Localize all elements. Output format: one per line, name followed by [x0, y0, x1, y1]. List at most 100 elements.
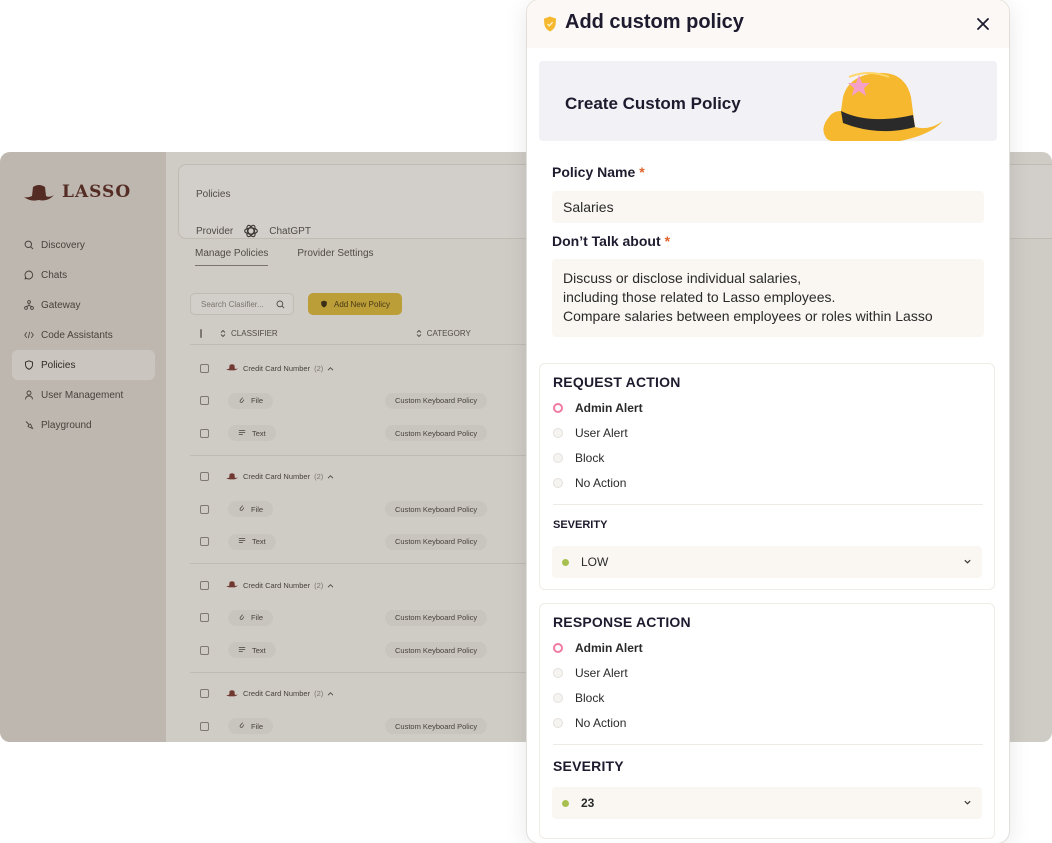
- category-label: Custom Keyboard Policy: [395, 721, 478, 731]
- radio-label: No Action: [575, 476, 627, 490]
- request-option-admin-alert[interactable]: Admin Alert: [553, 401, 643, 415]
- stage: LASSO Discovery Chats Gateway Code Assis…: [0, 0, 1052, 843]
- table-row[interactable]: Credit Card Number (2): [190, 569, 530, 602]
- row-checkbox[interactable]: [200, 580, 209, 590]
- response-severity-select[interactable]: 23: [552, 787, 982, 819]
- sidebar-item-code-assistants[interactable]: Code Assistants: [12, 320, 155, 350]
- category-pill: Custom Keyboard Policy: [385, 392, 488, 409]
- select-all-checkbox[interactable]: [200, 329, 202, 338]
- sidebar-item-policies[interactable]: Policies: [12, 350, 155, 380]
- table-row[interactable]: Credit Card Number (2): [190, 678, 530, 711]
- classifier-count: (2): [314, 363, 324, 373]
- tab-provider-settings[interactable]: Provider Settings: [297, 248, 373, 266]
- request-option-no-action[interactable]: No Action: [553, 476, 626, 490]
- chevron-up-icon[interactable]: [327, 689, 334, 698]
- sidebar-item-label: Chats: [41, 269, 68, 281]
- table-row[interactable]: Text Custom Keyboard Policy: [190, 417, 530, 450]
- sidebar-item-gateway[interactable]: Gateway: [12, 290, 155, 320]
- dont-talk-about-label: Don’t Talk about *: [552, 233, 670, 249]
- panel-title: Add custom policy: [565, 11, 744, 33]
- chevron-up-icon[interactable]: [327, 581, 334, 590]
- severity-dot: [562, 799, 569, 807]
- sort-icon: [220, 329, 226, 338]
- response-option-block[interactable]: Block: [553, 691, 604, 705]
- table-row[interactable]: File Custom Keyboard Policy: [190, 493, 530, 526]
- radio-icon: [553, 428, 563, 438]
- response-option-no-action[interactable]: No Action: [553, 716, 626, 730]
- sidebar-item-chats[interactable]: Chats: [12, 260, 155, 290]
- source-label: File: [251, 396, 264, 406]
- classifier-name: Credit Card Number: [243, 363, 311, 373]
- cowboy-hat-icon: [225, 689, 239, 699]
- textarea-line: including those related to Lasso employe…: [563, 289, 836, 305]
- row-checkbox[interactable]: [200, 721, 209, 731]
- text-lines-icon: [238, 537, 246, 546]
- row-checkbox[interactable]: [200, 396, 209, 406]
- tab-manage-policies[interactable]: Manage Policies: [195, 248, 269, 266]
- sidebar-item-discovery[interactable]: Discovery: [12, 230, 155, 260]
- severity-dot: [562, 558, 569, 566]
- sidebar-item-playground[interactable]: Playground: [12, 410, 155, 440]
- request-severity-select[interactable]: LOW: [552, 546, 982, 578]
- policy-group: Credit Card Number (2) File Custom Keyboard…: [190, 569, 530, 673]
- table-row[interactable]: File Custom Keyboard Policy: [190, 710, 530, 742]
- radio-label: User Alert: [575, 426, 628, 440]
- source-pill: Text: [228, 425, 276, 442]
- table-row[interactable]: Credit Card Number (2): [190, 352, 530, 385]
- sidebar-item-label: User Management: [41, 389, 124, 401]
- policy-name-label-text: Policy Name: [552, 164, 636, 180]
- category-label: Custom Keyboard Policy: [395, 428, 478, 438]
- row-checkbox[interactable]: [200, 504, 209, 514]
- sidebar-item-label: Discovery: [41, 239, 85, 251]
- dont-talk-about-textarea[interactable]: Discuss or disclose individual salaries,…: [552, 259, 984, 337]
- add-custom-policy-panel: Add custom policy Create Custom Policy P…: [527, 0, 1009, 843]
- row-checkbox[interactable]: [200, 428, 209, 438]
- classifier-name: Credit Card Number: [243, 472, 311, 482]
- radio-label: User Alert: [575, 666, 628, 680]
- table-row[interactable]: File Custom Keyboard Policy: [190, 602, 530, 635]
- search-input[interactable]: Search Clasifier...: [190, 293, 294, 315]
- request-option-user-alert[interactable]: User Alert: [553, 426, 628, 440]
- policy-table-body: Credit Card Number (2) File Custom Keyboard…: [190, 352, 530, 742]
- chevron-down-icon: [964, 800, 971, 805]
- source-label: File: [251, 504, 264, 514]
- response-option-admin-alert[interactable]: Admin Alert: [553, 641, 643, 655]
- category-label: Custom Keyboard Policy: [395, 645, 478, 655]
- close-icon: [977, 18, 989, 30]
- column-header-category[interactable]: CATEGORY: [416, 329, 471, 338]
- category-label: Custom Keyboard Policy: [395, 396, 478, 406]
- playground-icon: [24, 420, 34, 430]
- radio-checked-icon: [553, 643, 563, 653]
- close-button[interactable]: [973, 14, 993, 34]
- add-new-policy-button[interactable]: Add New Policy: [308, 293, 403, 315]
- breadcrumb: Policies: [196, 189, 231, 200]
- required-mark: *: [639, 164, 645, 180]
- dont-talk-about-label-text: Don’t Talk about: [552, 233, 661, 249]
- cowboy-hat-icon: [225, 580, 239, 590]
- row-checkbox[interactable]: [200, 645, 209, 655]
- chevron-up-icon[interactable]: [327, 472, 334, 481]
- table-row[interactable]: File Custom Keyboard Policy: [190, 385, 530, 418]
- source-pill: File: [228, 609, 274, 626]
- category-pill: Custom Keyboard Policy: [385, 609, 488, 626]
- source-pill: File: [228, 501, 274, 518]
- row-checkbox[interactable]: [200, 363, 209, 373]
- banner-title: Create Custom Policy: [565, 94, 741, 113]
- table-row[interactable]: Text Custom Keyboard Policy: [190, 526, 530, 559]
- row-checkbox[interactable]: [200, 613, 209, 623]
- row-checkbox[interactable]: [200, 537, 209, 547]
- chevron-up-icon[interactable]: [327, 364, 334, 373]
- radio-icon: [553, 668, 563, 678]
- row-checkbox[interactable]: [200, 472, 209, 482]
- source-pill: File: [228, 718, 274, 735]
- request-option-block[interactable]: Block: [553, 451, 604, 465]
- response-option-user-alert[interactable]: User Alert: [553, 666, 628, 680]
- sidebar-item-user-management[interactable]: User Management: [12, 380, 155, 410]
- source-label: Text: [252, 645, 266, 655]
- category-pill: Custom Keyboard Policy: [385, 718, 488, 735]
- policy-name-input[interactable]: Salaries: [552, 191, 984, 223]
- column-header-classifier[interactable]: CLASSIFIER: [220, 329, 278, 338]
- row-checkbox[interactable]: [200, 689, 209, 699]
- table-row[interactable]: Text Custom Keyboard Policy: [190, 634, 530, 667]
- table-row[interactable]: Credit Card Number (2): [190, 461, 530, 494]
